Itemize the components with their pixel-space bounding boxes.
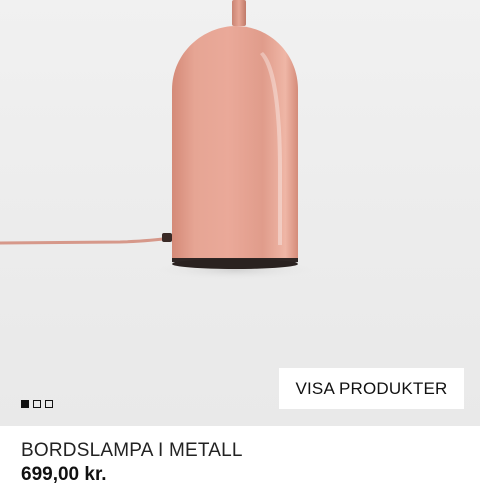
lamp-base-bottom	[172, 259, 298, 269]
carousel-dot-3[interactable]	[45, 400, 53, 408]
lamp-cord	[0, 236, 172, 245]
carousel-dot-2[interactable]	[33, 400, 41, 408]
product-image[interactable]	[0, 0, 480, 426]
lamp-stem	[232, 0, 246, 26]
product-name[interactable]: BORDSLAMPA I METALL	[21, 440, 243, 462]
lamp-switch	[162, 233, 172, 242]
product-price: 699,00 kr.	[21, 464, 107, 485]
carousel-indicators	[21, 400, 53, 408]
view-products-button[interactable]: VISA PRODUKTER	[279, 368, 464, 409]
table-lamp-icon	[0, 0, 315, 280]
carousel-dot-1[interactable]	[21, 400, 29, 408]
